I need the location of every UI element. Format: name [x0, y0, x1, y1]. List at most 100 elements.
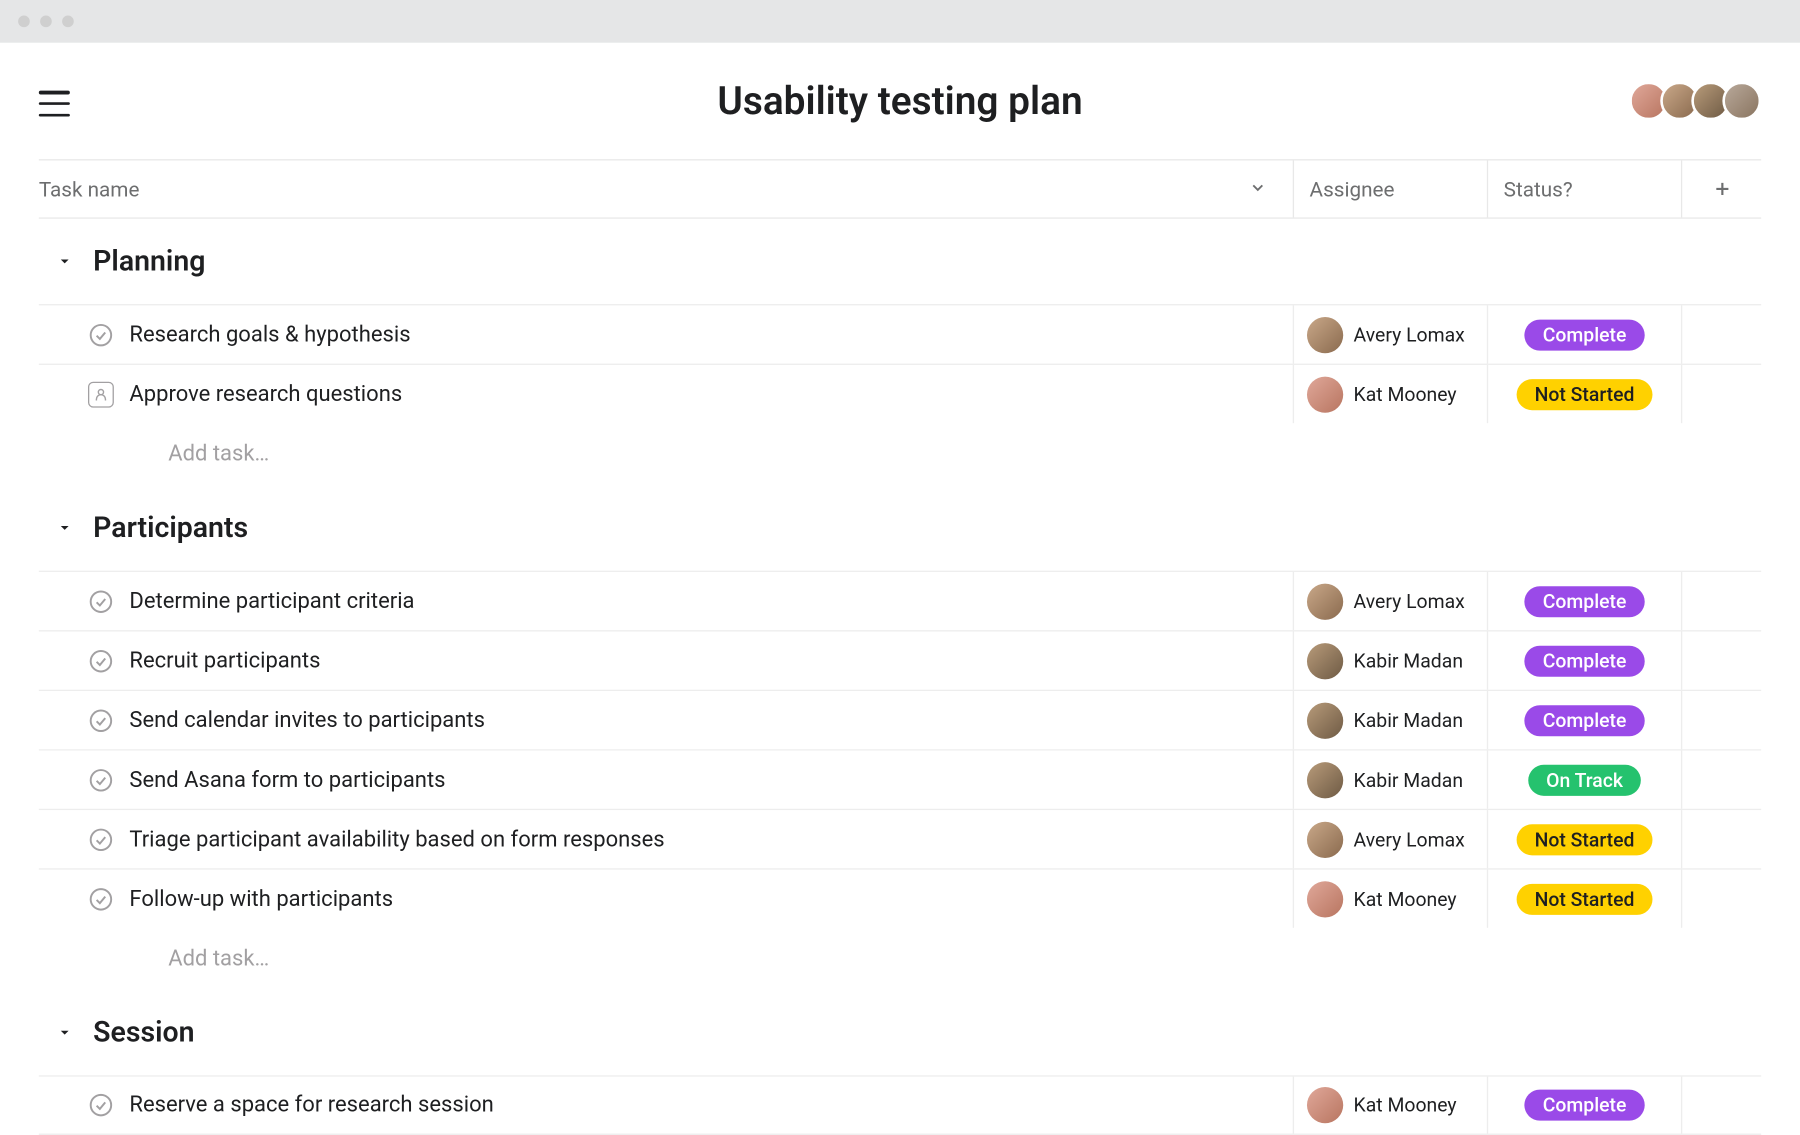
- section-collapse-icon[interactable]: [54, 1022, 75, 1043]
- check-circle-icon[interactable]: [88, 826, 114, 852]
- task-title: Triage participant availability based on…: [129, 826, 664, 852]
- task-row[interactable]: Recruit participants Kabir Madan Complete: [39, 630, 1761, 690]
- app-header: Usability testing plan: [0, 43, 1800, 159]
- section-name: Planning: [93, 245, 205, 277]
- assignee-name: Kat Mooney: [1354, 1093, 1457, 1116]
- check-circle-icon[interactable]: [88, 767, 114, 793]
- check-circle-icon[interactable]: [88, 707, 114, 733]
- extra-cell[interactable]: [1681, 631, 1761, 689]
- task-main-cell[interactable]: Triage participant availability based on…: [39, 810, 1293, 868]
- task-main-cell[interactable]: Send Asana form to participants: [39, 751, 1293, 809]
- task-main-cell[interactable]: Recruit participants: [39, 631, 1293, 689]
- task-row[interactable]: Approve research questions Kat MooneyNot …: [39, 364, 1761, 424]
- status-badge: Complete: [1525, 705, 1645, 736]
- add-task-button[interactable]: Add task…: [39, 928, 1761, 990]
- extra-cell[interactable]: [1681, 305, 1761, 363]
- status-badge: Complete: [1525, 645, 1645, 676]
- task-main-cell[interactable]: Send calendar invites to participants: [39, 691, 1293, 749]
- task-row[interactable]: Research goals & hypothesisAvery Lomax Co…: [39, 304, 1761, 364]
- column-header-status[interactable]: Status?: [1487, 160, 1681, 217]
- column-header-task[interactable]: Task name: [39, 177, 1293, 202]
- task-row[interactable]: Triage participant availability based on…: [39, 809, 1761, 869]
- avatar: [1307, 642, 1343, 678]
- extra-cell[interactable]: [1681, 751, 1761, 809]
- assignee-cell[interactable]: Kat Mooney: [1293, 870, 1487, 928]
- add-task-button[interactable]: Add task…: [39, 423, 1761, 485]
- avatar: [1307, 702, 1343, 738]
- traffic-light-minimize[interactable]: [40, 16, 52, 28]
- task-row[interactable]: Reserve a space for research session Kat …: [39, 1075, 1761, 1135]
- task-title: Recruit participants: [129, 648, 320, 674]
- task-main-cell[interactable]: Follow-up with participants: [39, 870, 1293, 928]
- traffic-light-zoom[interactable]: [62, 16, 74, 28]
- task-row[interactable]: Follow-up with participants Kat Mooney Not…: [39, 868, 1761, 928]
- status-cell[interactable]: Complete: [1487, 631, 1681, 689]
- assignee-cell[interactable]: Avery Lomax: [1293, 305, 1487, 363]
- extra-cell[interactable]: [1681, 810, 1761, 868]
- status-badge: Complete: [1525, 319, 1645, 350]
- check-circle-icon[interactable]: [88, 1092, 114, 1118]
- add-column-button[interactable]: [1681, 160, 1761, 217]
- assignee-name: Kat Mooney: [1354, 887, 1457, 910]
- status-cell[interactable]: Not Started: [1487, 365, 1681, 423]
- task-title: Send calendar invites to participants: [129, 707, 485, 733]
- status-cell[interactable]: Complete: [1487, 572, 1681, 630]
- assignee-name: Kabir Madan: [1354, 708, 1463, 731]
- extra-cell[interactable]: [1681, 870, 1761, 928]
- column-header-assignee-label: Assignee: [1310, 177, 1395, 202]
- avatar: [1307, 376, 1343, 412]
- task-title: Approve research questions: [129, 381, 402, 407]
- status-cell[interactable]: Complete: [1487, 691, 1681, 749]
- avatar[interactable]: [1722, 82, 1761, 121]
- task-title: Determine participant criteria: [129, 588, 414, 614]
- task-main-cell[interactable]: Reserve a space for research session: [39, 1077, 1293, 1134]
- task-row[interactable]: Send calendar invites to participants Kab…: [39, 690, 1761, 750]
- task-main-cell[interactable]: Research goals & hypothesis: [39, 305, 1293, 363]
- approval-icon[interactable]: [88, 381, 114, 407]
- extra-cell[interactable]: [1681, 691, 1761, 749]
- status-badge: On Track: [1528, 764, 1641, 795]
- assignee-cell[interactable]: Avery Lomax: [1293, 810, 1487, 868]
- task-title: Send Asana form to participants: [129, 767, 445, 793]
- status-cell[interactable]: Not Started: [1487, 870, 1681, 928]
- task-row[interactable]: Send Asana form to participants Kabir Mad…: [39, 749, 1761, 809]
- section-collapse-icon[interactable]: [54, 518, 75, 539]
- task-main-cell[interactable]: Determine participant criteria: [39, 572, 1293, 630]
- section-collapse-icon[interactable]: [54, 251, 75, 272]
- extra-cell[interactable]: [1681, 1077, 1761, 1134]
- check-circle-icon[interactable]: [88, 886, 114, 912]
- assignee-cell[interactable]: Kat Mooney: [1293, 1077, 1487, 1134]
- assignee-cell[interactable]: Kat Mooney: [1293, 365, 1487, 423]
- check-circle-icon[interactable]: [88, 322, 114, 348]
- check-circle-icon[interactable]: [88, 648, 114, 674]
- assignee-cell[interactable]: Kabir Madan: [1293, 691, 1487, 749]
- status-cell[interactable]: Complete: [1487, 305, 1681, 363]
- assignee-cell[interactable]: Kabir Madan: [1293, 751, 1487, 809]
- column-header-assignee[interactable]: Assignee: [1293, 160, 1487, 217]
- hamburger-menu-icon[interactable]: [39, 91, 70, 117]
- assignee-name: Kabir Madan: [1354, 649, 1463, 672]
- assignee-cell[interactable]: Avery Lomax: [1293, 572, 1487, 630]
- extra-cell[interactable]: [1681, 365, 1761, 423]
- status-cell[interactable]: Complete: [1487, 1077, 1681, 1134]
- status-cell[interactable]: On Track: [1487, 751, 1681, 809]
- chevron-down-icon[interactable]: [1249, 177, 1267, 202]
- section-header[interactable]: Planning: [39, 219, 1761, 304]
- section-header[interactable]: Participants: [39, 485, 1761, 570]
- section-header[interactable]: Session: [39, 990, 1761, 1075]
- avatar: [1307, 762, 1343, 798]
- page-title: Usability testing plan: [717, 78, 1082, 123]
- window-chrome: [0, 0, 1800, 43]
- avatar: [1307, 881, 1343, 917]
- traffic-light-close[interactable]: [18, 16, 30, 28]
- task-main-cell[interactable]: Approve research questions: [39, 365, 1293, 423]
- column-header-status-label: Status?: [1504, 177, 1573, 202]
- check-circle-icon[interactable]: [88, 588, 114, 614]
- avatar: [1307, 583, 1343, 619]
- collaborator-avatars[interactable]: [1637, 82, 1761, 121]
- task-row[interactable]: Determine participant criteria Avery Loma…: [39, 571, 1761, 631]
- avatar: [1307, 316, 1343, 352]
- status-cell[interactable]: Not Started: [1487, 810, 1681, 868]
- extra-cell[interactable]: [1681, 572, 1761, 630]
- assignee-cell[interactable]: Kabir Madan: [1293, 631, 1487, 689]
